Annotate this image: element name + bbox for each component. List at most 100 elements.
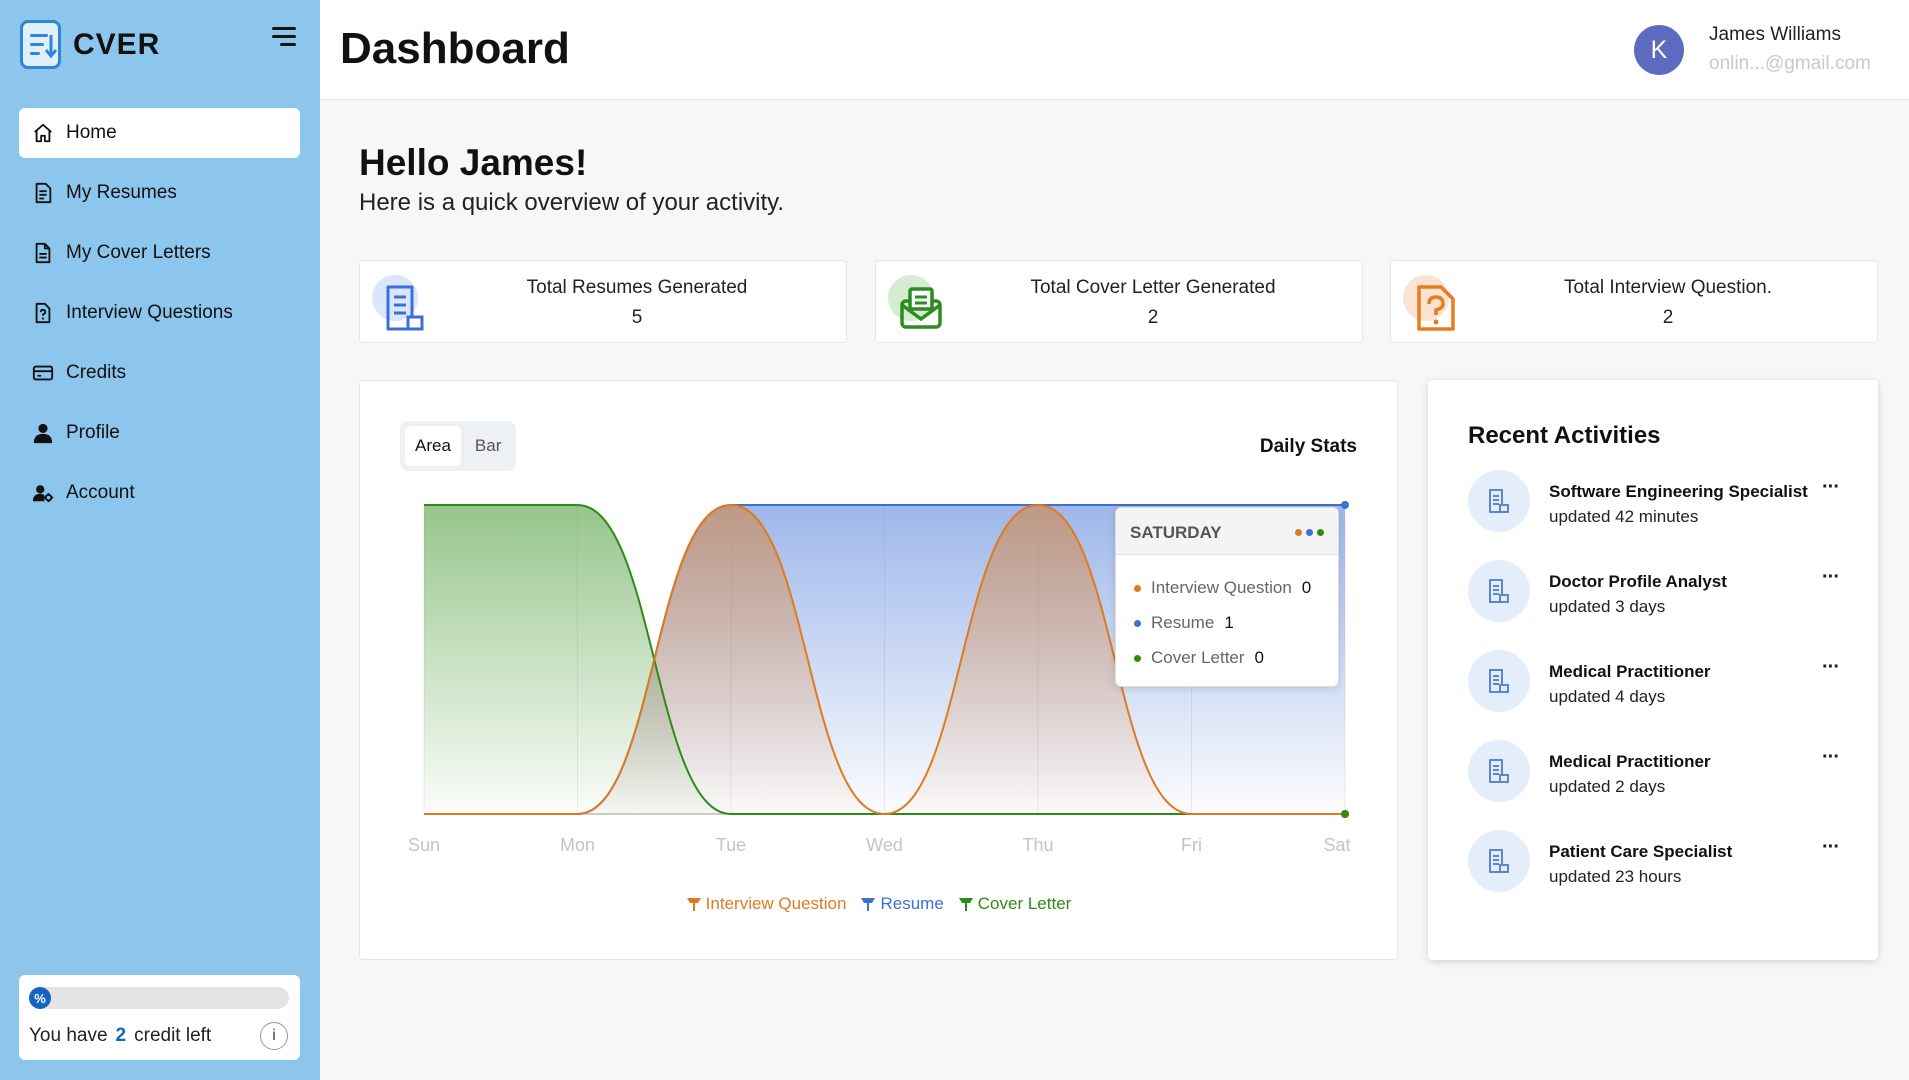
cver-logo-icon	[20, 20, 61, 69]
chart-type-toggle: Area Bar	[400, 421, 517, 471]
credits-text-after: credit left	[134, 1025, 212, 1046]
activity-time: updated 2 days	[1549, 777, 1666, 796]
user-gear-icon	[32, 482, 54, 504]
stat-label: Total Cover Letter Generated	[1030, 277, 1276, 298]
sidebar-item-account[interactable]: Account	[19, 468, 300, 518]
question-file-icon	[32, 302, 54, 324]
legend-marker-icon	[958, 898, 973, 911]
document-icon	[1468, 470, 1530, 532]
greeting-subtitle: Here is a quick overview of your activit…	[359, 189, 785, 216]
home-icon	[32, 122, 54, 144]
activity-time: updated 3 days	[1549, 597, 1666, 616]
more-options-icon[interactable]: ···	[1822, 566, 1840, 589]
activity-item[interactable]: Medical Practitioner updated 2 days ···	[1468, 740, 1840, 804]
tooltip-row: Interview Question 0	[1134, 578, 1311, 598]
sidebar-item-label: Profile	[66, 422, 120, 443]
document-icon	[1468, 650, 1530, 712]
tooltip-row: Cover Letter 0	[1134, 648, 1264, 668]
more-options-icon[interactable]: ···	[1822, 746, 1840, 769]
sidebar-item-label: Home	[66, 122, 117, 143]
document-icon	[1468, 740, 1530, 802]
activity-time: updated 4 days	[1549, 687, 1666, 706]
sidebar-item-label: Credits	[66, 362, 127, 383]
activity-item[interactable]: Doctor Profile Analyst updated 3 days ···	[1468, 560, 1840, 624]
sidebar-nav: Home My Resumes My Cover Letters Intervi…	[19, 108, 300, 528]
user-icon	[32, 422, 54, 444]
brand[interactable]: CVER	[20, 20, 160, 69]
legend-marker-icon	[861, 898, 876, 911]
more-options-icon[interactable]: ···	[1822, 656, 1840, 679]
stat-card-resumes: Total Resumes Generated 5	[359, 260, 847, 343]
x-tick-label: Sat	[1323, 835, 1350, 855]
stat-value: 2	[1147, 307, 1159, 328]
credits-count: 2	[115, 1025, 127, 1046]
x-tick-label: Tue	[716, 835, 746, 855]
menu-toggle-icon[interactable]	[272, 27, 296, 47]
document-icon	[1468, 830, 1530, 892]
activity-name: Doctor Profile Analyst	[1549, 572, 1727, 591]
stat-value: 5	[631, 307, 643, 328]
sidebar-item-label: My Cover Letters	[66, 242, 211, 263]
avatar[interactable]: K	[1634, 25, 1684, 75]
activity-item[interactable]: Software Engineering Specialist updated 4…	[1468, 470, 1840, 534]
x-tick-label: Mon	[560, 835, 595, 855]
sidebar-item-credits[interactable]: Credits	[19, 348, 300, 398]
x-tick-label: Thu	[1022, 835, 1053, 855]
activity-item[interactable]: Medical Practitioner updated 4 days ···	[1468, 650, 1840, 714]
stat-label: Total Interview Question.	[1563, 277, 1773, 298]
chart-legend: Interview Question Resume Cover Letter	[360, 894, 1397, 914]
document-icon	[32, 182, 54, 204]
daily-stats-card: Sun Mon Tue Wed Thu Fri Sat Area Bar Daily Sta…	[359, 380, 1398, 960]
activity-name: Patient Care Specialist	[1549, 842, 1733, 861]
credits-progress-fill: %	[29, 987, 51, 1009]
legend-item-interview-question[interactable]: Interview Question	[686, 894, 846, 914]
x-tick-label: Sun	[408, 835, 440, 855]
activity-time: updated 23 hours	[1549, 867, 1682, 886]
area-toggle-button[interactable]: Area	[405, 426, 461, 466]
legend-item-cover-letter[interactable]: Cover Letter	[958, 894, 1071, 914]
x-tick-label: Fri	[1181, 835, 1202, 855]
stat-label: Total Resumes Generated	[526, 277, 748, 298]
x-tick-label: Wed	[866, 835, 903, 855]
sidebar-item-label: Account	[66, 482, 135, 503]
credits-card: % You have 2 credit left i	[19, 975, 300, 1060]
data-point	[1341, 810, 1349, 818]
credit-card-icon	[32, 362, 54, 384]
stat-card-interview-questions: Total Interview Question. 2	[1390, 260, 1878, 343]
sidebar: CVER Home My Resumes My Cover Letters In…	[0, 0, 320, 1080]
sidebar-item-my-cover-letters[interactable]: My Cover Letters	[19, 228, 300, 278]
activity-name: Medical Practitioner	[1549, 752, 1711, 771]
user-name: James Williams	[1709, 24, 1841, 45]
credits-text-before: You have	[29, 1025, 108, 1046]
brand-name: CVER	[73, 27, 161, 61]
sidebar-item-my-resumes[interactable]: My Resumes	[19, 168, 300, 218]
stat-card-cover-letters: Total Cover Letter Generated 2	[875, 260, 1363, 343]
chart-title: Daily Stats	[1259, 436, 1357, 457]
credits-text: You have 2 credit left	[29, 1025, 211, 1047]
page-title: Dashboard	[340, 24, 570, 73]
sidebar-item-label: Interview Questions	[66, 302, 233, 323]
more-options-icon[interactable]: ···	[1822, 476, 1840, 499]
sidebar-item-interview-questions[interactable]: Interview Questions	[19, 288, 300, 338]
bar-toggle-button[interactable]: Bar	[465, 426, 511, 466]
recent-activities-card: Recent Activities Software Engineering S…	[1428, 380, 1878, 960]
user-email: onlin...@gmail.com	[1709, 53, 1871, 74]
sidebar-item-label: My Resumes	[66, 182, 177, 203]
tooltip-row: Resume 1	[1134, 613, 1234, 633]
chart-tooltip: SATURDAY Interview Question 0 Resume 1 Cov…	[1115, 507, 1339, 687]
activity-name: Medical Practitioner	[1549, 662, 1711, 681]
activity-name: Software Engineering Specialist	[1549, 482, 1808, 501]
sidebar-item-profile[interactable]: Profile	[19, 408, 300, 458]
more-options-icon[interactable]: ···	[1822, 836, 1840, 859]
activities-title: Recent Activities	[1468, 422, 1661, 449]
data-point	[1341, 501, 1349, 509]
legend-item-resume[interactable]: Resume	[860, 894, 944, 914]
sidebar-item-home[interactable]: Home	[19, 108, 300, 158]
stat-value: 2	[1662, 307, 1674, 328]
info-icon[interactable]: i	[260, 1022, 288, 1050]
activity-time: updated 42 minutes	[1549, 507, 1699, 526]
file-icon	[32, 242, 54, 264]
document-icon	[1468, 560, 1530, 622]
activity-item[interactable]: Patient Care Specialist updated 23 hours ·…	[1468, 830, 1840, 894]
tooltip-title: SATURDAY	[1130, 523, 1222, 542]
